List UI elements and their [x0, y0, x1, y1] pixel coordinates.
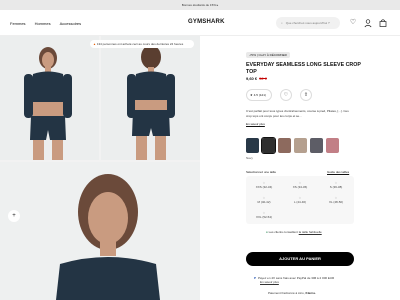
bag-icon[interactable]	[378, 18, 388, 28]
rating-value: 4.5	[253, 93, 258, 97]
size-grid: ◌ XXS (32-34) ◌ XS (34-36) ◌ S (36-38) ◌ M (…	[246, 176, 354, 224]
fit-link[interactable]: la taille habituelle	[299, 230, 322, 234]
discount-badge: -70% | CLAY À DÉCORNER	[246, 52, 290, 58]
selected-color-label: Navy	[246, 156, 253, 160]
purchase-notice-text: 134 personnes ont acheté ceci au cours d…	[96, 42, 184, 46]
product-price: 9,60 €32 €	[246, 76, 267, 81]
read-more-link[interactable]: En savoir plus	[246, 122, 265, 126]
fit-note: Les clients conseillent	[268, 230, 298, 234]
site-header: Femmes Hommes Accessoires GYMSHARK ⌕ Que…	[0, 10, 400, 36]
wishlist-heart-icon[interactable]: ♡	[280, 89, 292, 101]
size-option-xxl[interactable]: ◌ XXL (52-54)	[252, 211, 276, 220]
brand-logo[interactable]: GYMSHARK	[188, 19, 225, 25]
share-icon[interactable]: ⇧	[300, 89, 312, 101]
review-count: (121)	[258, 93, 266, 97]
paypal-icon: P	[254, 276, 257, 280]
klarna-info: Paiement fractionné à zéro, Klarna.	[268, 291, 316, 295]
size-option-m[interactable]: ◌ M (40-42)	[252, 196, 276, 205]
paypal-link[interactable]: En savoir plus	[260, 280, 352, 284]
size-option-xl[interactable]: ◌ XL (48-50)	[324, 196, 348, 205]
product-description: C'est parfait pour tous types d'entraîne…	[246, 109, 349, 118]
add-to-cart-button[interactable]: AJOUTER AU PANIER	[246, 252, 354, 266]
purchase-notice: ▲ 134 personnes ont acheté ceci au cours…	[90, 40, 194, 48]
size-option-l[interactable]: ◌ L (44-46)	[288, 196, 312, 205]
product-image-front[interactable]	[0, 36, 99, 160]
color-swatch-pink[interactable]	[326, 138, 339, 153]
fire-icon: ▲	[93, 42, 96, 46]
color-swatch-black[interactable]	[261, 137, 276, 154]
thumbs-up-icon: ●	[266, 230, 268, 234]
search-icon: ⌕	[281, 21, 283, 25]
nav-hommes[interactable]: Hommes	[35, 21, 51, 26]
product-gallery: +	[0, 36, 200, 300]
fit-advice: ● Les clients conseillent la taille habi…	[266, 230, 322, 234]
product-image-back[interactable]	[101, 36, 200, 160]
current-price: 9,60 €	[246, 76, 258, 81]
main-nav: Femmes Hommes Accessoires	[10, 21, 81, 26]
search-placeholder: Que cherchez-vous aujourd'hui ?	[285, 21, 330, 25]
size-option-s[interactable]: ◌ S (36-38)	[324, 181, 348, 190]
color-swatch-taupe[interactable]	[294, 138, 307, 153]
heart-icon[interactable]: ♡	[348, 18, 358, 28]
product-title: EVERYDAY SEAMLESS LONG SLEEVE CROP TOP	[246, 62, 361, 75]
color-swatch-navy[interactable]	[246, 138, 259, 153]
size-guide-link[interactable]: Guide des tailles	[327, 170, 349, 174]
old-price: 32 €	[259, 76, 267, 81]
star-icon: ★	[250, 93, 253, 97]
promo-banner[interactable]: Bonnes étudiants de 15% ▸	[0, 0, 400, 10]
product-image-closeup[interactable]	[0, 162, 200, 300]
size-option-xs[interactable]: ◌ XS (34-36)	[288, 181, 312, 190]
color-swatch-brown[interactable]	[278, 138, 291, 153]
search-input[interactable]: ⌕ Que cherchez-vous aujourd'hui ?	[276, 17, 340, 29]
paypal-info: P Payez en 4X sans frais avec PayPal de 3…	[254, 276, 352, 284]
expand-icon[interactable]: +	[8, 210, 20, 222]
size-header: Sélectionnez une taille	[246, 170, 277, 174]
color-swatch-grey[interactable]	[310, 138, 323, 153]
nav-accessoires[interactable]: Accessoires	[60, 21, 82, 26]
rating-button[interactable]: ★ 4.5 (121)	[246, 89, 272, 101]
nav-femmes[interactable]: Femmes	[10, 21, 26, 26]
user-icon[interactable]	[363, 18, 373, 28]
klarna-text: Paiement fractionné à zéro,	[268, 291, 306, 295]
size-option-xxs[interactable]: ◌ XXS (32-34)	[252, 181, 276, 190]
klarna-logo: Klarna.	[305, 291, 316, 295]
